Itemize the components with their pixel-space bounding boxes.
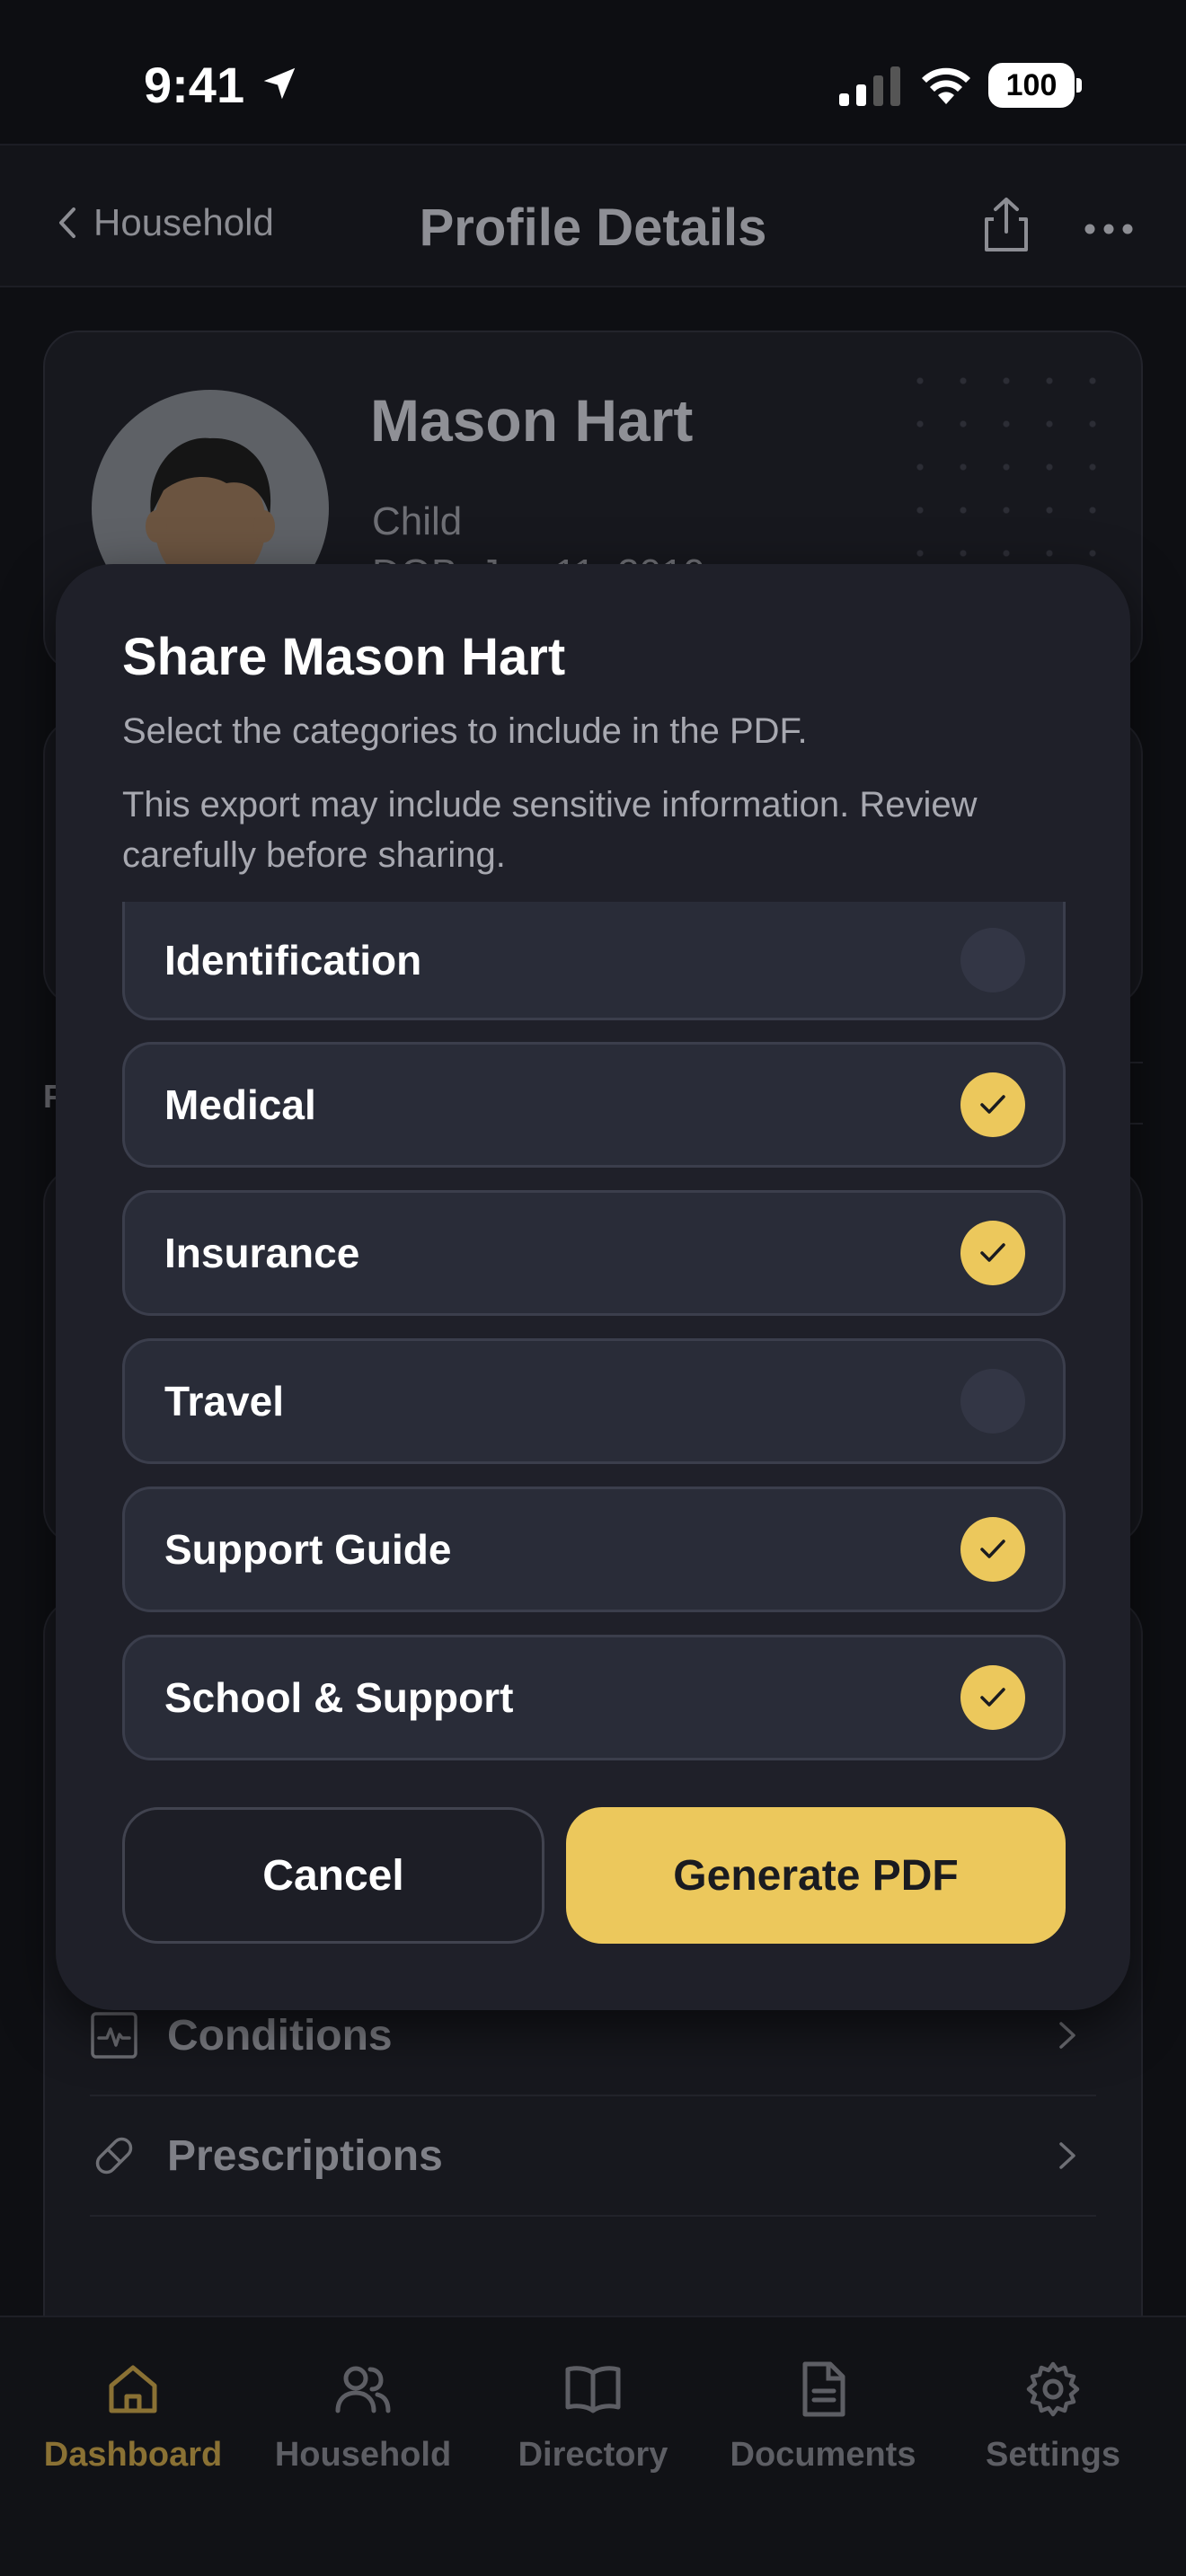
checkbox-checked[interactable]: [960, 1517, 1025, 1582]
generate-pdf-button[interactable]: Generate PDF: [566, 1807, 1066, 1944]
option-label: Medical: [164, 1081, 316, 1128]
sensitive-info-warning: This export may include sensitive inform…: [122, 785, 978, 875]
checkmark-icon: [980, 1095, 1005, 1114]
option-support-guide[interactable]: Support Guide: [122, 1486, 1066, 1612]
checkmark-icon: [980, 1539, 1005, 1558]
option-school-support[interactable]: School & Support: [122, 1635, 1066, 1760]
checkbox-unchecked[interactable]: [960, 927, 1025, 992]
category-options-list[interactable]: Identification Medical Insurance Travel …: [122, 902, 1066, 1766]
option-label: Insurance: [164, 1230, 360, 1276]
checkbox-checked[interactable]: [960, 1665, 1025, 1730]
modal-subtitle: Select the categories to include in the …: [122, 711, 808, 751]
checkmark-icon: [980, 1243, 1005, 1262]
option-label: School & Support: [164, 1674, 514, 1721]
option-label: Identification: [164, 936, 422, 984]
cancel-button[interactable]: Cancel: [122, 1807, 544, 1944]
share-modal: Share Mason Hart Select the categories t…: [56, 564, 1130, 2010]
option-travel[interactable]: Travel: [122, 1338, 1066, 1464]
option-medical[interactable]: Medical: [122, 1042, 1066, 1168]
checkbox-checked[interactable]: [960, 1072, 1025, 1137]
modal-title: Share Mason Hart: [122, 628, 566, 686]
option-insurance[interactable]: Insurance: [122, 1190, 1066, 1316]
option-identification[interactable]: Identification: [122, 902, 1066, 1020]
option-label: Support Guide: [164, 1526, 452, 1573]
checkbox-unchecked[interactable]: [960, 1369, 1025, 1434]
checkmark-icon: [980, 1688, 1005, 1707]
option-label: Travel: [164, 1378, 284, 1425]
checkbox-checked[interactable]: [960, 1221, 1025, 1285]
